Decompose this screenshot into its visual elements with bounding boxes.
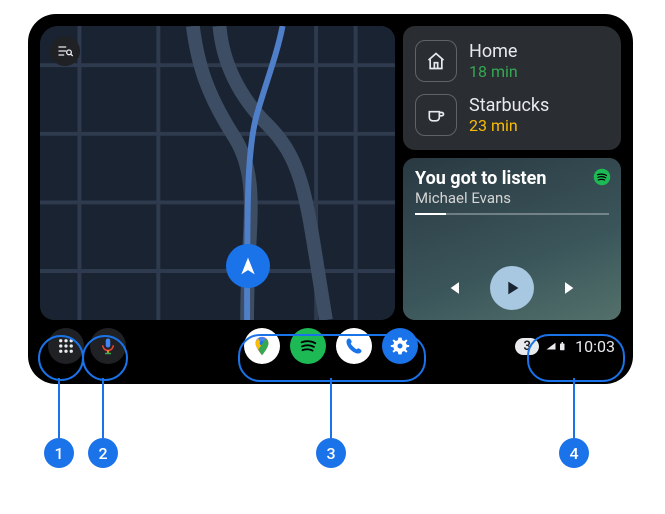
destination-eta: 23 min — [469, 116, 549, 135]
dock-app-google-maps[interactable] — [244, 328, 280, 364]
content-area: Home 18 min Starbucks — [40, 26, 621, 320]
destination-eta: 18 min — [469, 62, 518, 81]
annotation-callout-2: 2 — [88, 438, 118, 468]
app-drawer-button[interactable] — [48, 328, 84, 364]
annotation-line — [573, 378, 575, 438]
grid-icon — [57, 337, 75, 355]
media-title: You got to listen — [415, 168, 609, 189]
destinations-card: Home 18 min Starbucks — [403, 26, 621, 150]
mic-icon — [99, 337, 117, 355]
gear-icon — [390, 336, 410, 356]
destination-starbucks[interactable]: Starbucks 23 min — [411, 88, 613, 142]
spotify-icon — [297, 335, 319, 357]
dock-app-phone[interactable] — [336, 328, 372, 364]
status-area: 3 10:03 — [515, 337, 615, 356]
search-list-icon — [57, 43, 73, 59]
current-location-marker — [226, 244, 270, 288]
map-roads — [40, 26, 395, 320]
notification-badge[interactable]: 3 — [515, 338, 539, 355]
screen: Home 18 min Starbucks — [40, 26, 621, 372]
device-frame: Home 18 min Starbucks — [28, 14, 633, 384]
cup-icon — [415, 94, 457, 136]
app-dock — [244, 328, 418, 364]
right-pane: Home 18 min Starbucks — [403, 26, 621, 320]
next-track-button[interactable] — [560, 278, 580, 298]
google-maps-icon — [251, 335, 273, 357]
annotation-line — [58, 378, 60, 438]
media-progress-bar[interactable] — [415, 213, 609, 215]
annotation-line — [102, 378, 104, 438]
dock-app-spotify[interactable] — [290, 328, 326, 364]
voice-assistant-button[interactable] — [90, 328, 126, 364]
media-controls — [403, 266, 621, 310]
destination-name: Starbucks — [469, 95, 549, 116]
navigation-bar: 3 10:03 — [40, 320, 621, 372]
signal-battery-icons — [545, 341, 569, 352]
previous-track-button[interactable] — [444, 278, 464, 298]
annotation-callout-1: 1 — [44, 438, 74, 468]
play-icon — [501, 277, 523, 299]
destination-name: Home — [469, 41, 518, 62]
annotation-callout-3: 3 — [316, 438, 346, 468]
dock-app-settings[interactable] — [382, 328, 418, 364]
destination-home[interactable]: Home 18 min — [411, 34, 613, 88]
home-icon — [415, 40, 457, 82]
phone-icon — [344, 336, 364, 356]
nav-arrow-icon — [238, 256, 258, 276]
map-search-button[interactable] — [50, 36, 80, 66]
annotation-callout-4: 4 — [559, 438, 589, 468]
clock: 10:03 — [575, 337, 615, 356]
media-artist: Michael Evans — [415, 189, 609, 207]
media-card[interactable]: You got to listen Michael Evans — [403, 158, 621, 320]
play-button[interactable] — [490, 266, 534, 310]
map-pane[interactable] — [40, 26, 395, 320]
annotation-line — [330, 378, 332, 438]
